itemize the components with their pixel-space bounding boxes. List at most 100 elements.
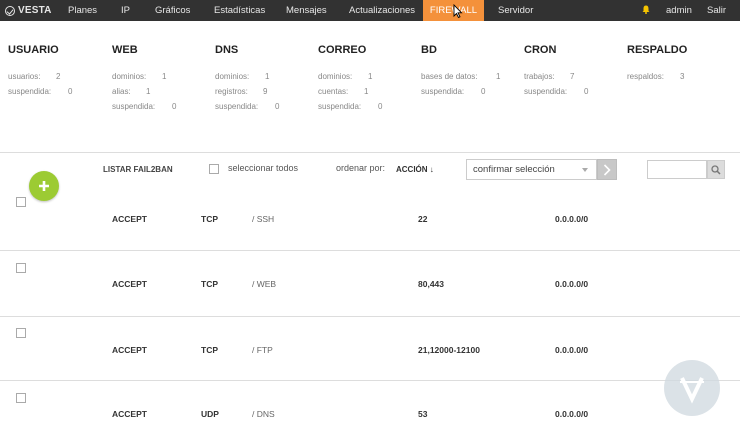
stat-value: 1 bbox=[496, 72, 501, 81]
order-by-label: ordenar por: bbox=[336, 163, 386, 173]
stat-value: 0 bbox=[584, 87, 589, 96]
rule-service: / SSH bbox=[252, 214, 275, 224]
row-checkbox[interactable] bbox=[16, 328, 26, 338]
top-nav: VESTA Planes IP Gráficos Estadísticas Me… bbox=[0, 0, 740, 21]
rule-action: ACCEPT bbox=[112, 214, 147, 224]
table-row: ACCEPT TCP / FTP 21,12000-12100 0.0.0.0/… bbox=[0, 316, 740, 380]
row-checkbox[interactable] bbox=[16, 263, 26, 273]
bell-icon[interactable] bbox=[642, 5, 650, 14]
stat-value: 1 bbox=[364, 87, 369, 96]
stat-value: 0 bbox=[68, 87, 73, 96]
nav-item-estadisticas[interactable]: Estadísticas bbox=[214, 0, 265, 21]
search-button[interactable] bbox=[707, 160, 725, 179]
stat-row: dominios: 1 bbox=[318, 69, 418, 84]
user-menu[interactable]: admin bbox=[666, 0, 692, 21]
stat-label: suspendida: bbox=[8, 87, 52, 96]
stat-label: suspendida: bbox=[215, 102, 259, 111]
stat-label: dominios: bbox=[318, 72, 353, 81]
stat-title: DNS bbox=[215, 44, 239, 56]
stat-row: registros: 9 bbox=[215, 84, 315, 99]
stat-cron: CRON trabajos: 7 suspendida: 0 bbox=[524, 43, 624, 99]
chevron-down-icon bbox=[582, 168, 588, 172]
bulk-action-selected: confirmar selección bbox=[473, 164, 555, 175]
nav-item-servidor[interactable]: Servidor bbox=[498, 0, 533, 21]
stat-row: usuarios: 2 bbox=[8, 69, 108, 84]
stat-row: suspendida: 0 bbox=[318, 99, 418, 114]
rule-protocol: TCP bbox=[201, 214, 218, 224]
select-all-checkbox[interactable] bbox=[209, 164, 219, 174]
stat-title: WEB bbox=[112, 44, 138, 56]
stat-row: trabajos: 7 bbox=[524, 69, 624, 84]
stats-divider bbox=[0, 152, 740, 153]
stat-label: registros: bbox=[215, 87, 248, 96]
stat-value: 2 bbox=[56, 72, 61, 81]
stat-correo: CORREO dominios: 1 cuentas: 1 suspendida: 0 bbox=[318, 43, 418, 114]
rule-ip: 0.0.0.0/0 bbox=[555, 409, 589, 419]
stat-value: 9 bbox=[263, 87, 268, 96]
row-checkbox[interactable] bbox=[16, 197, 26, 207]
search-input[interactable] bbox=[647, 160, 707, 179]
stat-label: alias: bbox=[112, 87, 131, 96]
watermark-logo-icon bbox=[664, 360, 720, 416]
bulk-action-select[interactable]: confirmar selección bbox=[466, 159, 597, 180]
rule-service: / WEB bbox=[252, 279, 277, 289]
rule-protocol: TCP bbox=[201, 279, 218, 289]
chevron-right-icon bbox=[603, 163, 611, 176]
stat-value: 0 bbox=[275, 102, 280, 111]
stat-title: CRON bbox=[524, 44, 557, 56]
nav-item-ip[interactable]: IP bbox=[121, 0, 130, 21]
stat-row: suspendida: 0 bbox=[215, 99, 315, 114]
rule-port: 21,12000-12100 bbox=[418, 345, 480, 355]
stat-label: respaldos: bbox=[627, 72, 664, 81]
stat-value: 0 bbox=[378, 102, 383, 111]
vesta-logo-icon bbox=[5, 5, 15, 16]
stat-label: dominios: bbox=[112, 72, 147, 81]
rule-service: / DNS bbox=[252, 409, 275, 419]
vesta-logo[interactable]: VESTA bbox=[5, 0, 52, 21]
nav-item-planes[interactable]: Planes bbox=[68, 0, 97, 21]
nav-item-graficos[interactable]: Gráficos bbox=[155, 0, 190, 21]
stat-row: suspendida: 0 bbox=[421, 84, 521, 99]
logo-text: VESTA bbox=[18, 5, 52, 16]
stat-value: 0 bbox=[172, 102, 177, 111]
stat-row: bases de datos: 1 bbox=[421, 69, 521, 84]
row-checkbox[interactable] bbox=[16, 393, 26, 403]
stat-value: 1 bbox=[368, 72, 373, 81]
stat-label: suspendida: bbox=[318, 102, 362, 111]
stat-title: RESPALDO bbox=[627, 44, 688, 56]
table-row: ACCEPT TCP / SSH 22 0.0.0.0/0 bbox=[0, 185, 740, 249]
table-row: ACCEPT UDP / DNS 53 0.0.0.0/0 bbox=[0, 380, 740, 431]
stat-label: bases de datos: bbox=[421, 72, 478, 81]
stat-title: USUARIO bbox=[8, 44, 59, 56]
rule-port: 53 bbox=[418, 409, 428, 419]
rule-action: ACCEPT bbox=[112, 409, 147, 419]
stat-bd: BD bases de datos: 1 suspendida: 0 bbox=[421, 43, 521, 99]
order-by-value[interactable]: ACCIÓN ↓ bbox=[396, 165, 434, 174]
stat-row: dominios: 1 bbox=[112, 69, 212, 84]
stat-label: trabajos: bbox=[524, 72, 555, 81]
nav-item-mensajes[interactable]: Mensajes bbox=[286, 0, 327, 21]
stat-row: suspendida: 0 bbox=[524, 84, 624, 99]
stat-label: usuarios: bbox=[8, 72, 41, 81]
rule-ip: 0.0.0.0/0 bbox=[555, 279, 589, 289]
stat-web: WEB dominios: 1 alias: 1 suspendida: 0 bbox=[112, 43, 212, 114]
stat-value: 1 bbox=[146, 87, 151, 96]
rule-protocol: UDP bbox=[201, 409, 219, 419]
stat-value: 1 bbox=[162, 72, 167, 81]
rule-ip: 0.0.0.0/0 bbox=[555, 214, 589, 224]
stat-row: suspendida: 0 bbox=[112, 99, 212, 114]
stat-respaldo: RESPALDO respaldos: 3 bbox=[627, 43, 727, 84]
apply-bulk-action-button[interactable] bbox=[597, 159, 617, 180]
logout-link[interactable]: Salir bbox=[707, 0, 726, 21]
stat-row: dominios: 1 bbox=[215, 69, 315, 84]
stat-row: respaldos: 3 bbox=[627, 69, 727, 84]
select-all-label[interactable]: seleccionar todos bbox=[228, 163, 298, 173]
stat-title: BD bbox=[421, 44, 437, 56]
table-row: ACCEPT TCP / WEB 80,443 0.0.0.0/0 bbox=[0, 250, 740, 314]
nav-item-actualizaciones[interactable]: Actualizaciones bbox=[349, 0, 415, 21]
rule-action: ACCEPT bbox=[112, 279, 147, 289]
list-fail2ban-link[interactable]: LISTAR FAIL2BAN bbox=[103, 165, 173, 174]
mouse-cursor-icon bbox=[453, 4, 463, 18]
stat-label: suspendida: bbox=[421, 87, 465, 96]
rule-service: / FTP bbox=[252, 345, 273, 355]
